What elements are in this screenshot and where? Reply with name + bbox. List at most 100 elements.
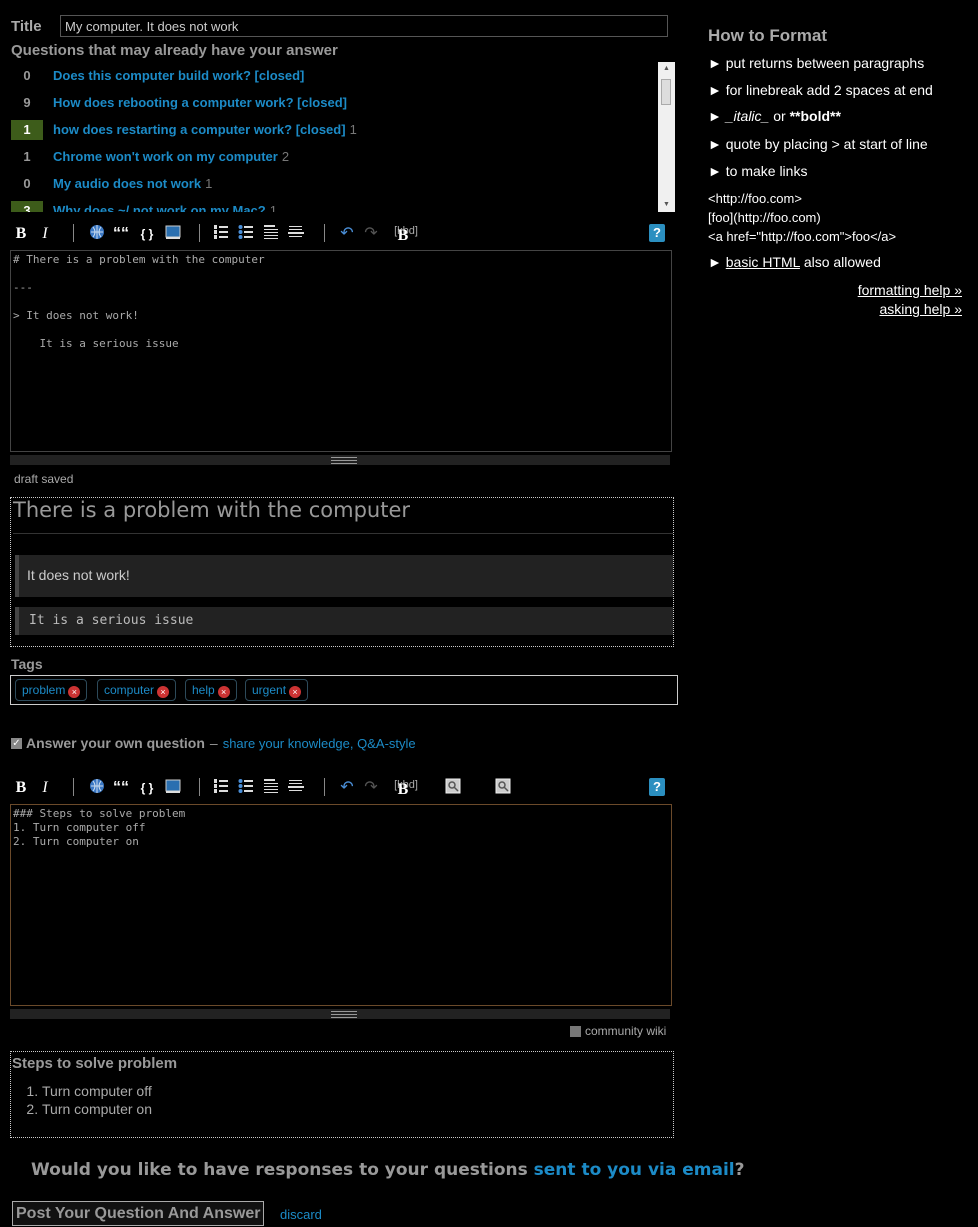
italic-button[interactable]: I — [35, 778, 55, 798]
bold-button[interactable]: B — [11, 224, 31, 244]
undo-button[interactable]: ↶ — [337, 778, 357, 798]
answer-own-question-link[interactable]: share your knowledge, Q&A-style — [223, 736, 416, 751]
unordered-list-icon[interactable] — [236, 224, 256, 244]
community-wiki-checkbox[interactable] — [570, 1025, 581, 1037]
asking-help-link[interactable]: asking help » — [879, 301, 962, 317]
draft-status: draft saved — [14, 472, 74, 486]
redo-button[interactable]: ↷ — [361, 778, 381, 798]
vote-count: 0 — [23, 175, 31, 191]
tag-problem[interactable]: problem × — [15, 679, 88, 701]
editor-help-button[interactable]: ? — [649, 224, 665, 242]
format-tip: ► for linebreak add 2 spaces at end — [708, 82, 933, 98]
similar-question-link[interactable]: Does this computer build work? [closed] — [53, 68, 304, 83]
similar-question-row: 1 how does restarting a computer work? [c… — [11, 116, 659, 143]
remove-tag-icon[interactable]: × — [157, 686, 170, 698]
tag-label: urgent — [252, 683, 287, 697]
quote-button[interactable]: ““ — [111, 778, 131, 798]
similar-questions-scrollbar[interactable]: ▲ ▼ — [658, 62, 675, 212]
tags-input[interactable]: problem × computer × help × urgent × — [10, 675, 678, 705]
answer-preview: Steps to solve problem Turn computer off… — [10, 1051, 674, 1138]
redo-button[interactable]: ↷ — [361, 224, 381, 244]
vote-count: 0 — [23, 67, 31, 83]
answer-count: 1 — [205, 176, 213, 191]
similar-question-link[interactable]: Chrome won't work on my computer — [53, 149, 278, 164]
bullet-icon: ► — [708, 136, 722, 152]
preview-blockquote: It does not work! — [15, 555, 673, 597]
formatting-help-link[interactable]: formatting help » — [858, 282, 962, 298]
community-wiki-label: community wiki — [585, 1024, 667, 1038]
bold-button[interactable]: B — [11, 778, 31, 798]
format-tip: ► quote by placing > at start of line — [708, 136, 928, 152]
globe-icon[interactable] — [87, 224, 107, 244]
remove-tag-icon[interactable]: × — [68, 686, 81, 698]
horizontal-rule-icon[interactable] — [286, 224, 306, 244]
email-prompt-text: Would you like to have responses to your… — [31, 1160, 534, 1180]
image-icon[interactable] — [163, 778, 183, 798]
search-icon[interactable] — [443, 778, 463, 798]
remove-tag-icon[interactable]: × — [217, 686, 230, 698]
scroll-down-icon[interactable]: ▼ — [658, 198, 675, 212]
bullet-icon: ► — [708, 163, 722, 179]
unordered-list-icon[interactable] — [236, 778, 256, 798]
answer-editor-resize-grip[interactable] — [10, 1009, 670, 1019]
answer-count: 1 — [269, 203, 277, 212]
toolbar-separator — [324, 778, 325, 796]
ordered-list-icon[interactable] — [211, 224, 231, 244]
similar-question-row: 0 My audio does not work 1 — [11, 170, 659, 197]
tags-label: Tags — [11, 656, 43, 672]
scroll-up-icon[interactable]: ▲ — [658, 62, 675, 76]
tag-label: computer — [104, 683, 155, 697]
post-question-button[interactable]: Post Your Question And Answer — [12, 1201, 265, 1226]
kbd-bold-icon: B — [397, 781, 409, 798]
answer-body-editor[interactable]: ### Steps to solve problem 1. Turn compu… — [10, 804, 672, 1006]
email-prompt-end: ? — [734, 1160, 745, 1180]
answer-editor-toolbar: B I ““ { } ↶ ↷ [kbd] B ? — [11, 776, 673, 800]
horizontal-rule-icon[interactable] — [286, 778, 306, 798]
undo-button[interactable]: ↶ — [337, 224, 357, 244]
bullet-icon: ► — [708, 55, 722, 71]
basic-html-link[interactable]: basic HTML — [726, 254, 800, 270]
heading-icon[interactable] — [261, 224, 281, 244]
similar-question-link[interactable]: Why does ~/ not work on my Mac? — [53, 203, 266, 212]
image-icon[interactable] — [163, 224, 183, 244]
title-input[interactable] — [60, 15, 668, 37]
list-item: Turn computer off — [42, 1082, 152, 1100]
italic-button[interactable]: I — [35, 224, 55, 244]
similar-questions-list: 0 Does this computer build work? [closed]… — [11, 62, 659, 212]
question-editor-resize-grip[interactable] — [10, 455, 670, 465]
similar-question-link[interactable]: how does restarting a computer work? [cl… — [53, 122, 346, 137]
answer-count: 1 — [349, 122, 357, 137]
tag-computer[interactable]: computer × — [97, 679, 177, 701]
similar-question-link[interactable]: How does rebooting a computer work? [clo… — [53, 95, 347, 110]
format-tip: ► basic HTML also allowed — [708, 254, 881, 270]
bullet-icon: ► — [708, 108, 722, 124]
scroll-thumb[interactable] — [661, 79, 671, 105]
ordered-list-icon[interactable] — [211, 778, 231, 798]
toolbar-separator — [73, 778, 74, 796]
answer-own-question-checkbox[interactable]: ✓ — [11, 737, 22, 749]
email-link[interactable]: sent to you via email — [534, 1160, 735, 1180]
code-button[interactable]: { } — [137, 778, 157, 798]
editor-help-button[interactable]: ? — [649, 778, 665, 796]
answer-preview-list: Turn computer off Turn computer on — [11, 1082, 152, 1118]
similar-question-link[interactable]: My audio does not work — [53, 176, 201, 191]
globe-icon[interactable] — [87, 778, 107, 798]
tag-help[interactable]: help × — [185, 679, 237, 701]
similar-questions-heading: Questions that may already have your ans… — [11, 42, 338, 59]
heading-icon[interactable] — [261, 778, 281, 798]
search-icon[interactable] — [493, 778, 513, 798]
preview-hr — [13, 533, 673, 534]
discard-link[interactable]: discard — [280, 1207, 322, 1222]
vote-count: 1 — [23, 148, 31, 164]
question-body-editor[interactable]: # There is a problem with the computer -… — [10, 250, 672, 452]
answer-own-question-label: Answer your own question — [26, 735, 205, 751]
code-button[interactable]: { } — [137, 224, 157, 244]
remove-tag-icon[interactable]: × — [289, 686, 302, 698]
preview-heading: There is a problem with the computer — [13, 498, 411, 522]
answer-count: 2 — [281, 149, 290, 164]
toolbar-separator — [199, 778, 200, 796]
similar-question-row: 9 How does rebooting a computer work? [cl… — [11, 89, 659, 116]
tag-urgent[interactable]: urgent × — [245, 679, 309, 701]
format-tip: ► _italic_ or **bold** — [708, 108, 841, 124]
quote-button[interactable]: ““ — [111, 224, 131, 244]
